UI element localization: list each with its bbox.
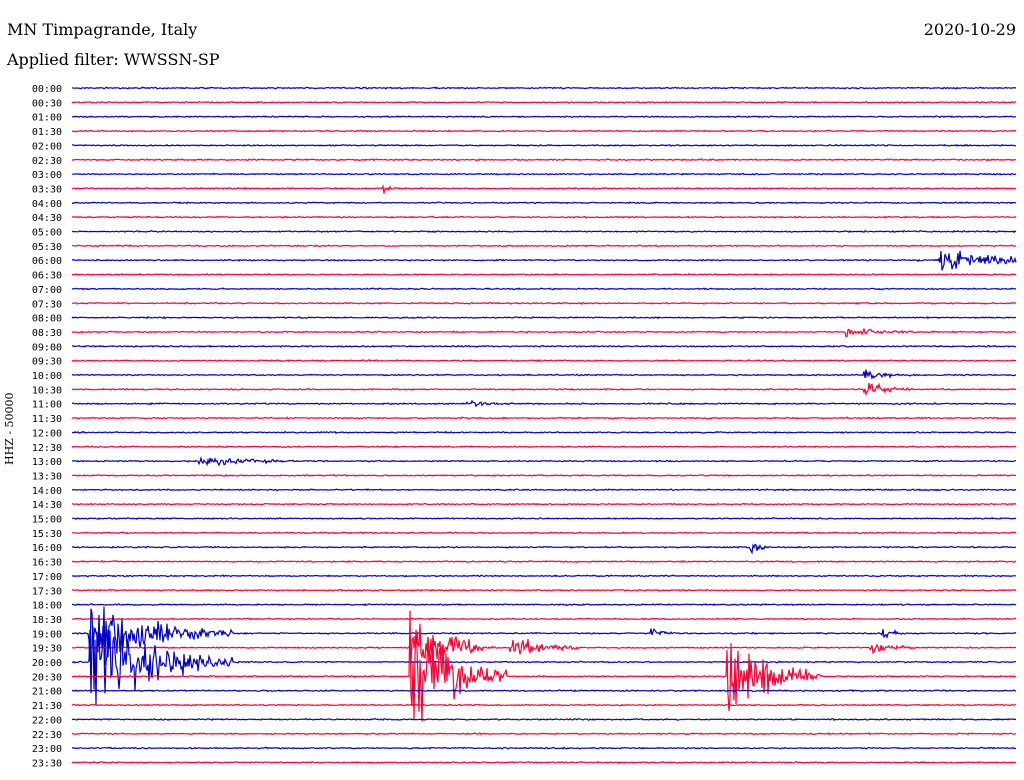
- helicorder-plot: 00:00 00:30 01:00 01:30 02:00 02:30 03:00 03:30…: [32, 84, 1017, 769]
- trace-2230: [71, 732, 1017, 736]
- time-label: 10:00: [32, 371, 62, 382]
- time-label: 12:00: [32, 428, 62, 439]
- trace-1930: [71, 623, 1017, 664]
- time-label: 00:00: [32, 84, 62, 95]
- time-label: 16:30: [32, 558, 62, 569]
- trace-1530: [71, 531, 1017, 535]
- time-label: 20:00: [32, 658, 62, 669]
- time-label: 15:30: [32, 529, 62, 540]
- trace-1830: [71, 617, 1017, 621]
- time-label: 05:00: [32, 228, 62, 239]
- trace-0400: [71, 201, 1017, 205]
- time-label: 01:00: [32, 113, 62, 124]
- trace-0300: [71, 172, 1017, 176]
- trace-2130: [71, 703, 1017, 707]
- time-label: 08:00: [32, 314, 62, 325]
- time-label: 11:00: [32, 400, 62, 411]
- time-label: 09:00: [32, 342, 62, 353]
- time-label: 04:00: [32, 199, 62, 210]
- trace-0530: [71, 244, 1016, 248]
- trace-0930: [71, 358, 1016, 363]
- trace-0100: [71, 115, 1017, 119]
- trace-0730: [71, 301, 1017, 306]
- time-label: 07:30: [32, 299, 62, 310]
- trace-0900: [71, 344, 1017, 349]
- time-label: 19:30: [32, 644, 62, 655]
- time-label: 18:00: [32, 601, 62, 612]
- trace-1800: [71, 603, 1017, 607]
- time-label: 06:00: [32, 256, 62, 267]
- trace-0330: [71, 184, 1017, 194]
- time-label: 03:30: [32, 184, 62, 195]
- time-label: 14:30: [32, 500, 62, 511]
- time-label: 06:30: [32, 271, 62, 282]
- trace-0030: [71, 100, 1017, 104]
- trace-0130: [71, 129, 1017, 133]
- time-label: 19:00: [32, 629, 62, 640]
- time-label: 17:30: [32, 586, 62, 597]
- time-label: 20:30: [32, 672, 62, 683]
- time-label: 13:30: [32, 471, 62, 482]
- time-label: 04:30: [32, 213, 62, 224]
- trace-1600: [71, 543, 1017, 555]
- time-label: 22:00: [32, 715, 62, 726]
- trace-1630: [71, 559, 1017, 564]
- trace-2100: [71, 689, 1017, 693]
- time-label: 16:00: [32, 543, 62, 554]
- trace-1300: [71, 455, 1017, 467]
- time-label: 14:00: [32, 486, 62, 497]
- trace-0830: [71, 328, 1017, 338]
- trace-1000: [71, 369, 1017, 380]
- time-label: 12:30: [32, 443, 62, 454]
- time-label: 13:00: [32, 457, 62, 468]
- trace-1030: [71, 382, 1017, 397]
- trace-1130: [71, 416, 1017, 420]
- trace-1430: [72, 502, 1017, 506]
- time-label: 01:30: [32, 127, 62, 138]
- time-label: 09:30: [32, 357, 62, 368]
- trace-1330: [72, 473, 1016, 477]
- time-label: 17:00: [32, 572, 62, 583]
- time-label: 02:00: [32, 141, 62, 152]
- trace-2200: [71, 717, 1017, 722]
- trace-1100: [71, 399, 1017, 408]
- trace-0500: [71, 229, 1017, 234]
- time-label: 10:30: [32, 385, 62, 396]
- trace-0700: [71, 287, 1017, 291]
- time-label: 21:30: [32, 701, 62, 712]
- trace-1500: [72, 516, 1017, 521]
- time-label: 07:00: [32, 285, 62, 296]
- trace-2000: [71, 625, 1017, 706]
- time-label: 23:30: [32, 758, 62, 769]
- trace-1230: [71, 445, 1017, 449]
- trace-1700: [71, 574, 1017, 578]
- trace-1200: [71, 430, 1017, 435]
- trace-2330: [71, 760, 1017, 765]
- time-label: 00:30: [32, 98, 62, 109]
- time-label: 08:30: [32, 328, 62, 339]
- time-label: 21:00: [32, 687, 62, 698]
- trace-1400: [71, 488, 1017, 492]
- time-label: 22:30: [32, 730, 62, 741]
- time-label: 23:00: [32, 744, 62, 755]
- trace-0630: [71, 272, 1017, 276]
- trace-0430: [71, 215, 1017, 219]
- trace-0800: [71, 315, 1017, 320]
- trace-0000: [71, 86, 1017, 90]
- time-label: 05:30: [32, 242, 62, 253]
- time-label: 02:30: [32, 156, 62, 167]
- time-label: 15:00: [32, 515, 62, 526]
- trace-0600: [71, 250, 1017, 271]
- trace-1900: [71, 606, 1017, 665]
- time-label: 18:30: [32, 615, 62, 626]
- trace-1730: [71, 588, 1017, 592]
- trace-0200: [71, 143, 1017, 147]
- time-label: 11:30: [32, 414, 62, 425]
- trace-0230: [71, 158, 1017, 162]
- trace-2300: [71, 746, 1017, 750]
- time-label: 03:00: [32, 170, 62, 181]
